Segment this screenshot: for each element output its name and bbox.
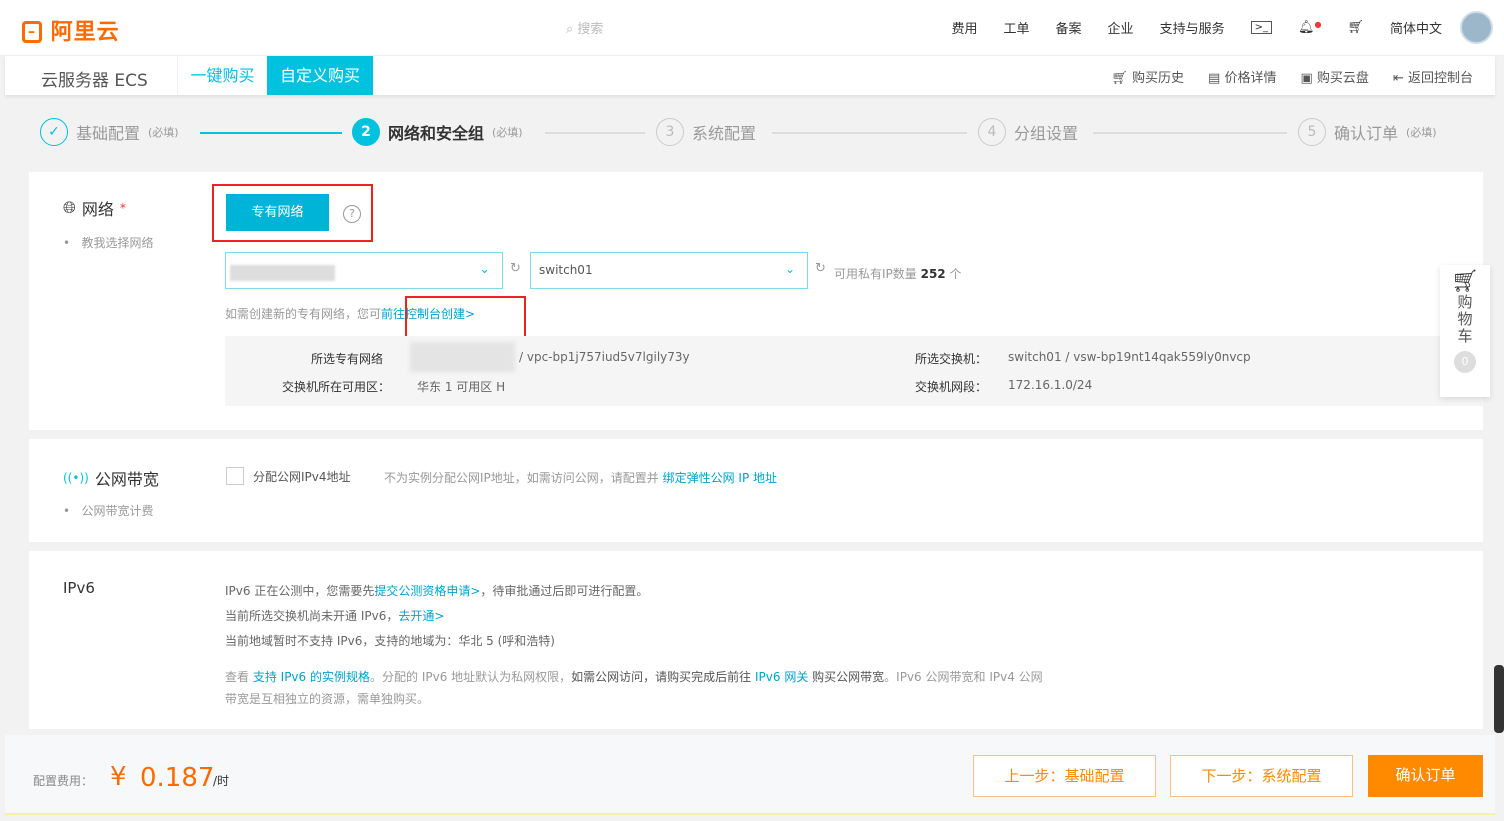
- search-icon: ⌕: [566, 22, 574, 37]
- step-confirm[interactable]: 5 确认订单 (必填): [1298, 118, 1437, 146]
- price: 0.187: [140, 763, 215, 793]
- nav-fee[interactable]: 费用: [952, 18, 978, 37]
- aliyun-logo[interactable]: – 阿里云: [22, 14, 120, 46]
- highlight-box: [405, 296, 526, 338]
- bind-eip-link[interactable]: 绑定弹性公网 IP 地址: [663, 471, 777, 485]
- switch-select[interactable]: switch01 ⌄: [530, 252, 808, 289]
- vpc-select[interactable]: ⌄: [225, 252, 503, 289]
- ipv6-section: IPv6 IPv6 正在公测中，您需要先提交公测资格申请>，待审批通过后即可进行…: [29, 551, 1483, 729]
- network-help-link[interactable]: • 教我选择网络: [63, 234, 154, 251]
- check-icon: ✓: [40, 118, 68, 146]
- ipv4-checkbox[interactable]: [226, 467, 244, 485]
- ipv6-spec-link[interactable]: 支持 IPv6 的实例规格: [253, 670, 370, 684]
- cart-icon[interactable]: 🛒︎: [1347, 20, 1364, 35]
- step-group[interactable]: 4 分组设置: [978, 118, 1078, 146]
- search-input[interactable]: ⌕ 搜索: [566, 18, 603, 37]
- chevron-down-icon: ⌄: [479, 262, 490, 277]
- cart-count-badge: 0: [1454, 351, 1476, 373]
- cart-icon: 🛒︎: [1111, 71, 1128, 86]
- enable-ipv6-link[interactable]: 去开通>: [398, 609, 444, 623]
- price-detail-link[interactable]: ▤ 价格详情: [1208, 67, 1276, 86]
- tab-custom-buy[interactable]: 自定义购买: [267, 56, 373, 95]
- avatar[interactable]: [1460, 11, 1493, 44]
- language-switch[interactable]: 简体中文: [1390, 18, 1442, 37]
- bandwidth-section: ((•)) 公网带宽 • 公网带宽计费 分配公网IPv4地址 不为实例分配公网IP…: [29, 439, 1483, 542]
- bell-icon[interactable]: 🔔︎●: [1298, 20, 1322, 35]
- globe-icon: 🌐︎: [63, 198, 76, 217]
- network-info-panel: 所选专有网络 / vpc-bp1j757iud5v7lgily73y 交换机所在…: [225, 336, 1483, 406]
- scrollbar[interactable]: [1494, 665, 1504, 733]
- step-system[interactable]: 3 系统配置: [656, 118, 756, 146]
- cart-float-button[interactable]: 🛒︎ 购物车 0: [1440, 265, 1490, 397]
- buy-disk-link[interactable]: ▣ 购买云盘: [1300, 67, 1368, 86]
- signal-icon: ((•)): [63, 471, 89, 485]
- network-section: 🌐︎ 网络 * • 教我选择网络 专有网络 ? ⌄ ↻ switch01 ⌄ ↻ 可用…: [29, 172, 1483, 430]
- nav-enterprise[interactable]: 企业: [1108, 18, 1134, 37]
- tab-quick-buy[interactable]: 一键购买: [177, 56, 267, 95]
- footer-bar: 配置费用： ¥ 0.187 /时 上一步：基础配置 下一步：系统配置 确认订单: [5, 735, 1495, 815]
- next-step-button[interactable]: 下一步：系统配置: [1170, 755, 1353, 797]
- product-title: 云服务器 ECS: [41, 71, 148, 91]
- back-icon: ⇤: [1392, 71, 1404, 86]
- terminal-icon[interactable]: >_: [1250, 21, 1272, 34]
- vpc-button[interactable]: 专有网络: [226, 194, 329, 231]
- sub-header: 云服务器 ECS 一键购买 自定义购买 🛒︎ 购买历史 ▤ 价格详情 ▣ 购买云…: [5, 56, 1495, 95]
- nav-support[interactable]: 支持与服务: [1160, 18, 1225, 37]
- step-basic[interactable]: ✓ 基础配置 (必填): [40, 118, 179, 146]
- ipv6-gateway-link[interactable]: IPv6 网关: [755, 670, 808, 684]
- document-icon: ▤: [1208, 71, 1221, 86]
- disk-icon: ▣: [1300, 71, 1313, 86]
- chevron-down-icon: ⌄: [784, 262, 795, 276]
- help-icon[interactable]: ?: [343, 205, 361, 223]
- refresh-icon[interactable]: ↻: [815, 261, 826, 276]
- step-progress: ✓ 基础配置 (必填) 2 网络和安全组 (必填) 3 系统配置 4 分组设置 5 确认订单(…: [40, 118, 1460, 148]
- purchase-history-link[interactable]: 🛒︎ 购买历史: [1111, 67, 1184, 86]
- confirm-order-button[interactable]: 确认订单: [1368, 755, 1483, 797]
- step-network[interactable]: 2 网络和安全组 (必填): [352, 118, 523, 146]
- back-console-link[interactable]: ⇤ 返回控制台: [1393, 67, 1473, 86]
- refresh-icon[interactable]: ↻: [510, 261, 521, 276]
- prev-step-button[interactable]: 上一步：基础配置: [973, 755, 1156, 797]
- bandwidth-help-link[interactable]: • 公网带宽计费: [63, 502, 154, 519]
- top-bar: – 阿里云 ⌕ 搜索 费用 工单 备案 企业 支持与服务 >_ 🔔︎● 🛒︎ 简…: [0, 0, 1504, 56]
- apply-beta-link[interactable]: 提交公测资格申请>: [374, 584, 480, 598]
- nav-icp[interactable]: 备案: [1056, 18, 1082, 37]
- cart-icon: 🛒︎: [1451, 269, 1479, 294]
- nav-ticket[interactable]: 工单: [1004, 18, 1030, 37]
